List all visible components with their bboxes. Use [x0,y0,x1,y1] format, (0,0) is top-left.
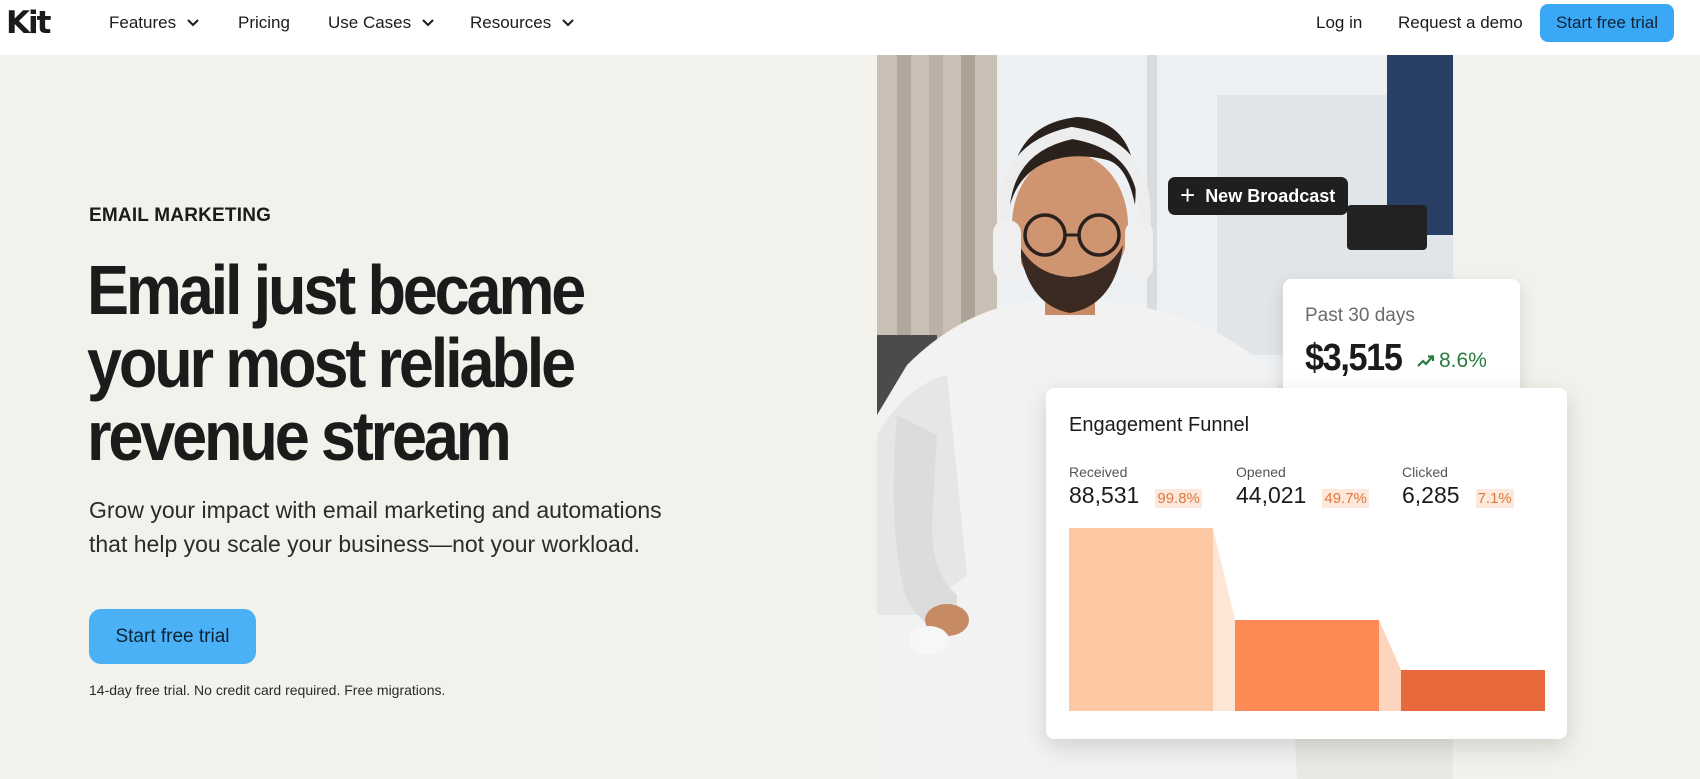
chevron-down-icon [562,19,574,27]
metric-pct: 49.7% [1322,489,1369,508]
nav-start-trial-button[interactable]: Start free trial [1540,4,1674,42]
metric-label: Received [1069,464,1128,480]
metric-pct: 7.1% [1475,489,1514,508]
metric-label: Opened [1236,464,1286,480]
stat-period-label: Past 30 days [1305,305,1415,326]
nav-item-pricing[interactable]: Pricing [238,13,290,33]
subhead-line: that help you scale your business—not yo… [89,531,641,557]
nav-item-use-cases[interactable]: Use Cases [328,13,435,33]
funnel-bar-received [1069,528,1213,711]
funnel-chart [1069,528,1545,711]
nav-item-label: Pricing [238,13,290,32]
stat-trend: 8.6% [1417,349,1487,373]
funnel-title: Engagement Funnel [1069,414,1250,436]
subhead-line: Grow your impact with email marketing an… [89,497,662,523]
stat-trend-value: 8.6% [1439,349,1487,372]
nav-item-resources[interactable]: Resources [470,13,575,33]
plus-icon: + [1180,179,1196,210]
nav-item-features[interactable]: Features [109,13,200,33]
hero-start-trial-button[interactable]: Start free trial [89,609,256,664]
new-broadcast-chip[interactable]: + New Broadcast [1168,177,1348,215]
nav-item-label: Features [109,13,177,32]
nav-item-label: Resources [470,13,552,32]
hero-fineprint: 14-day free trial. No credit card requir… [89,682,446,698]
trending-up-icon [1417,355,1435,367]
funnel-metric-opened: Opened 44,021 49.7% [1236,464,1369,509]
chevron-down-icon [187,19,199,27]
funnel-bar-opened [1235,620,1379,711]
stat-revenue-value: $3,515 [1305,337,1403,379]
login-link[interactable]: Log in [1316,13,1362,33]
funnel-connector [1379,620,1401,711]
engagement-funnel-card: Engagement Funnel Received 88,531 99.8% … [1046,388,1567,739]
metric-value: 6,285 [1402,482,1460,508]
request-demo-link[interactable]: Request a demo [1398,13,1523,33]
funnel-connector [1213,528,1235,711]
hero-headline: Email just became your most reliable rev… [87,254,645,473]
funnel-bar-clicked [1401,670,1545,711]
kit-logo[interactable]: Kit [6,6,51,40]
hero-subhead: Grow your impact with email marketing an… [89,493,709,561]
headline-line: Email just became [87,251,586,329]
new-broadcast-label: New Broadcast [1205,185,1336,206]
chevron-down-icon [422,19,434,27]
metric-value: 44,021 [1236,482,1307,508]
nav-item-label: Use Cases [328,13,412,32]
top-nav: Kit Features Pricing Use Cases Resources… [0,0,1700,55]
hero-eyebrow: EMAIL MARKETING [89,205,272,226]
metric-label: Clicked [1402,464,1448,480]
metric-value: 88,531 [1069,482,1140,508]
headline-line: revenue stream [87,397,512,475]
funnel-metric-received: Received 88,531 99.8% [1069,464,1202,509]
metric-pct: 99.8% [1155,489,1202,508]
headline-line: your most reliable [87,324,576,402]
funnel-metric-clicked: Clicked 6,285 7.1% [1402,464,1514,509]
